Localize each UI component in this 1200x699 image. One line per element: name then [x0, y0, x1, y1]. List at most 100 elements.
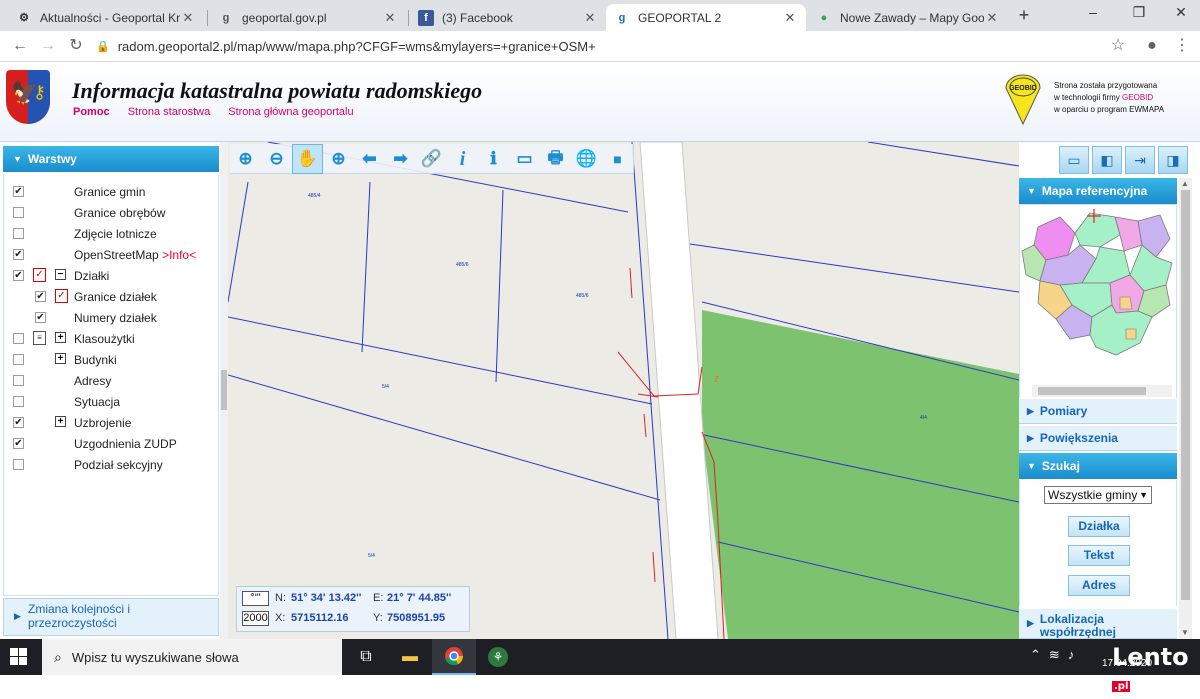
layer-checkbox[interactable] [13, 459, 24, 470]
next-view-arrow-icon[interactable]: ➡ [385, 144, 416, 174]
close-tab-icon[interactable]: ✕ [782, 10, 798, 26]
wifi-icon[interactable]: ≋ [1049, 647, 1060, 663]
layer-row[interactable]: ≡ + Klasoużytki [4, 329, 218, 349]
print-icon[interactable]: 🖶 [540, 144, 571, 174]
close-tab-icon[interactable]: ✕ [382, 10, 398, 26]
gmina-select[interactable]: Wszystkie gminy ▼ [1044, 486, 1152, 504]
back-button[interactable]: ← [10, 36, 30, 56]
layer-checkbox[interactable] [13, 333, 24, 344]
search-tekst-button[interactable]: Tekst [1068, 545, 1130, 566]
close-tab-icon[interactable]: ✕ [180, 10, 196, 26]
app-palm-icon[interactable]: ⚘ [476, 639, 520, 675]
tab-aktualnosci[interactable]: ⚙ Aktualności - Geoportal Krajo ✕ [8, 4, 204, 31]
forward-button[interactable]: → [38, 36, 58, 56]
layer-row[interactable]: ✔ + Uzbrojenie [4, 413, 218, 433]
menu-kebab-icon[interactable]: ⋮ [1172, 36, 1192, 56]
tab-geoportal-gov[interactable]: g geoportal.gov.pl ✕ [210, 4, 406, 31]
layout-left-icon[interactable]: ◧ [1092, 146, 1122, 174]
help-link[interactable]: Pomoc [73, 106, 110, 118]
maximize-button[interactable]: ❐ [1124, 4, 1154, 24]
taskbar-search-input[interactable]: ⌕ Wpisz tu wyszukiwane słowa [42, 639, 342, 675]
info-icon[interactable]: i [447, 144, 478, 174]
layer-checkbox[interactable]: ✔ [13, 417, 24, 428]
layer-row[interactable]: Sytuacja [4, 392, 218, 412]
expand-plus-icon[interactable]: + [55, 416, 66, 427]
layer-checkbox[interactable]: ✔ [13, 438, 24, 449]
layer-checkbox[interactable] [13, 375, 24, 386]
search-adres-button[interactable]: Adres [1068, 575, 1130, 596]
volume-icon[interactable]: ♪ [1068, 647, 1075, 663]
powiekszenia-header[interactable]: ▶ Powiększenia [1019, 425, 1177, 451]
layers-panel-scrollbar[interactable] [220, 142, 228, 639]
layer-checkbox[interactable] [13, 207, 24, 218]
layer-row[interactable]: Zdjęcie lotnicze [4, 224, 218, 244]
profile-avatar-icon[interactable]: ● [1142, 36, 1162, 56]
expand-plus-icon[interactable]: + [55, 332, 66, 343]
layer-checkbox[interactable] [13, 228, 24, 239]
ref-map-header[interactable]: ▼ Mapa referencyjna [1019, 178, 1177, 204]
task-view-icon[interactable]: ⧉ [344, 639, 388, 675]
search-dzialka-button[interactable]: Działka [1068, 516, 1130, 537]
layer-checkbox[interactable]: ✔ [35, 312, 46, 323]
measure-ruler-icon[interactable]: ▭ [509, 144, 540, 174]
close-tab-icon[interactable]: ✕ [984, 10, 1000, 26]
tab-facebook[interactable]: f (3) Facebook ✕ [410, 4, 606, 31]
reference-map[interactable] [1019, 204, 1177, 402]
tab-google-maps[interactable]: ● Nowe Zawady – Mapy Google ✕ [808, 4, 1008, 31]
ref-map-scrollbar[interactable] [1032, 385, 1172, 397]
layer-row[interactable]: ✔ Uzgodnienia ZUDP [4, 434, 218, 454]
layer-row[interactable]: + Budynki [4, 350, 218, 370]
pomiary-header[interactable]: ▶ Pomiary [1019, 398, 1177, 424]
layout-right-icon[interactable]: ◨ [1158, 146, 1188, 174]
starostwo-link[interactable]: Strona starostwa [128, 106, 211, 118]
layer-checkbox[interactable] [13, 354, 24, 365]
szukaj-header[interactable]: ▼ Szukaj [1019, 453, 1177, 479]
layer-checkbox[interactable]: ✔ [13, 249, 24, 260]
collapse-minus-icon[interactable]: − [55, 269, 66, 280]
layer-checkbox[interactable] [13, 396, 24, 407]
globe-icon[interactable]: 🌐 [571, 144, 602, 174]
export-arrow-icon[interactable]: ⇥ [1125, 146, 1155, 174]
right-panel-scrollbar[interactable]: ▲ ▼ [1179, 178, 1192, 639]
layer-checkbox[interactable]: ✔ [13, 186, 24, 197]
layers-panel-header[interactable]: ▼ Warstwy [3, 146, 219, 172]
minimize-button[interactable]: – [1078, 4, 1108, 24]
new-tab-button[interactable]: + [1014, 6, 1034, 26]
zoom-extent-icon[interactable]: ⊕ [323, 144, 354, 174]
layer-order-transparency-button[interactable]: ▶ Zmiana kolejności i przezroczystości [3, 598, 219, 636]
zoom-out-icon[interactable]: ⊖ [261, 144, 292, 174]
layer-row[interactable]: ✔ Granice gmin [4, 182, 218, 202]
geobid-brand[interactable]: GEOBID [1122, 93, 1153, 102]
geoportal-home-link[interactable]: Strona główna geoportalu [228, 106, 353, 118]
layer-checkbox[interactable]: ✔ [35, 291, 46, 302]
layer-row[interactable]: Adresy [4, 371, 218, 391]
link-icon[interactable]: 🔗 [416, 144, 447, 174]
close-window-button[interactable]: ✕ [1166, 4, 1196, 24]
layer-row[interactable]: ✔ Numery działek [4, 308, 218, 328]
layer-row[interactable]: ✔ ✓ Granice działek [4, 287, 218, 307]
video-camera-icon[interactable]: ■ [602, 144, 633, 174]
tab-geoportal-2[interactable]: g GEOPORTAL 2 ✕ [606, 4, 806, 31]
reload-button[interactable]: ↻ [66, 36, 86, 56]
previous-view-arrow-icon[interactable]: ⬅ [354, 144, 385, 174]
file-explorer-icon[interactable]: ▬ [388, 639, 432, 675]
close-tab-icon[interactable]: ✕ [582, 10, 598, 26]
expand-plus-icon[interactable]: + [55, 353, 66, 364]
zoom-in-icon[interactable]: ⊕ [230, 144, 261, 174]
layout-full-icon[interactable]: ▭ [1059, 146, 1089, 174]
scale-box[interactable]: 2000 [242, 611, 269, 626]
pan-hand-icon[interactable]: ✋ [292, 144, 323, 174]
bookmark-star-icon[interactable]: ☆ [1108, 36, 1128, 56]
layer-checkbox[interactable]: ✔ [13, 270, 24, 281]
address-bar[interactable]: 🔒 radom.geoportal2.pl/map/www/mapa.php?C… [96, 33, 1096, 59]
layer-row[interactable]: Podział sekcyjny [4, 455, 218, 475]
info-list-icon[interactable]: ℹ [478, 144, 509, 174]
layer-row[interactable]: Granice obrębów [4, 203, 218, 223]
layer-row[interactable]: ✔ OpenStreetMap >Info< [4, 245, 218, 265]
layer-row[interactable]: ✔ ✓ − Działki [4, 266, 218, 286]
chrome-icon[interactable] [432, 639, 476, 675]
lokalizacja-header[interactable]: ▶ Lokalizacja współrzędnej [1019, 608, 1177, 639]
osm-info-link[interactable]: >Info< [162, 248, 196, 262]
coord-format-toggle[interactable]: °'" [242, 591, 269, 606]
windows-start-icon[interactable] [10, 648, 28, 666]
